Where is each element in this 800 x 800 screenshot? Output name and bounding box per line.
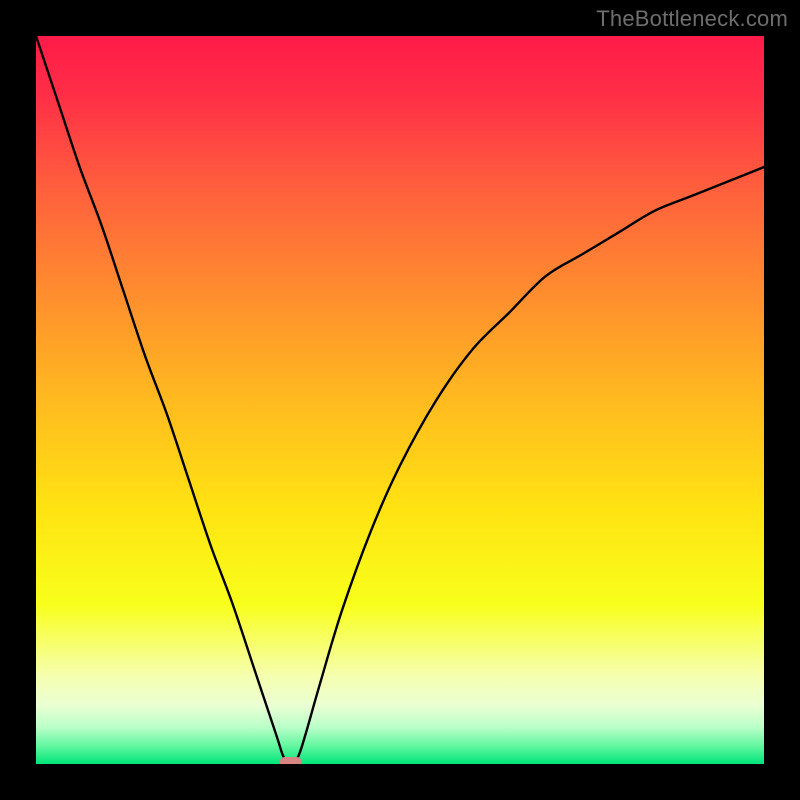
watermark-text: TheBottleneck.com (596, 6, 788, 32)
optimum-marker (280, 757, 302, 764)
plot-area (36, 36, 764, 764)
chart-frame: TheBottleneck.com (0, 0, 800, 800)
bottleneck-chart (36, 36, 764, 764)
gradient-background (36, 36, 764, 764)
